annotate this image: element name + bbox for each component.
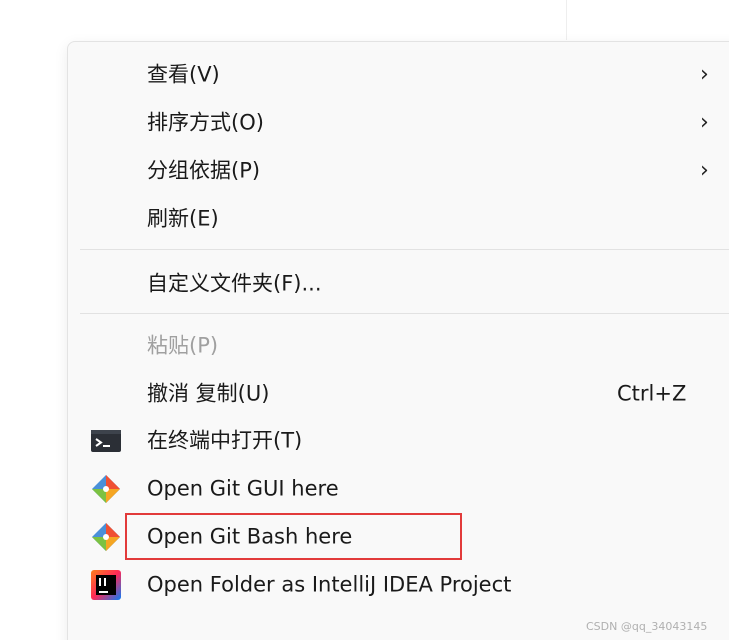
menu-separator — [80, 313, 729, 314]
menu-item-paste: 粘贴(P) — [68, 323, 729, 369]
screenshot-stage: 查看(V) › 排序方式(O) › 分组依据(P) › 刷新(E) 自定义文件夹… — [0, 0, 729, 640]
terminal-icon — [91, 430, 121, 452]
chevron-right-icon: › — [700, 158, 709, 183]
menu-item-label: 粘贴(P) — [147, 333, 219, 358]
menu-separator — [80, 249, 729, 250]
menu-item-label: 在终端中打开(T) — [147, 428, 303, 453]
menu-item-open-in-terminal[interactable]: 在终端中打开(T) — [68, 418, 729, 464]
chevron-right-icon: › — [700, 110, 709, 135]
menu-item-label: 撤消 复制(U) — [147, 381, 270, 406]
intellij-icon — [91, 570, 121, 600]
menu-item-label: 排序方式(O) — [147, 110, 264, 135]
chevron-right-icon: › — [700, 62, 709, 87]
shortcut-label: Ctrl+Z — [617, 381, 687, 406]
git-icon — [92, 523, 120, 551]
menu-item-sort-by[interactable]: 排序方式(O) › — [68, 100, 729, 146]
menu-item-customize-folder[interactable]: 自定义文件夹(F)... — [68, 261, 729, 307]
background-divider — [566, 0, 567, 40]
menu-item-label: 自定义文件夹(F)... — [147, 271, 322, 296]
menu-item-view[interactable]: 查看(V) › — [68, 52, 729, 98]
git-icon — [92, 475, 120, 503]
menu-item-label: 刷新(E) — [147, 206, 219, 231]
menu-item-refresh[interactable]: 刷新(E) — [68, 196, 729, 242]
watermark-text: CSDN @qq_34043145 — [586, 620, 708, 633]
menu-item-label: Open Folder as IntelliJ IDEA Project — [147, 572, 512, 597]
annotation-highlight-box — [125, 513, 462, 560]
menu-item-label: Open Git GUI here — [147, 476, 339, 501]
menu-item-label: 分组依据(P) — [147, 158, 261, 183]
menu-item-group-by[interactable]: 分组依据(P) › — [68, 148, 729, 194]
menu-item-open-git-gui[interactable]: Open Git GUI here — [68, 466, 729, 512]
menu-item-open-intellij-project[interactable]: Open Folder as IntelliJ IDEA Project — [68, 562, 729, 608]
menu-item-label: 查看(V) — [147, 62, 220, 87]
menu-item-undo-copy[interactable]: 撤消 复制(U) Ctrl+Z — [68, 371, 729, 417]
